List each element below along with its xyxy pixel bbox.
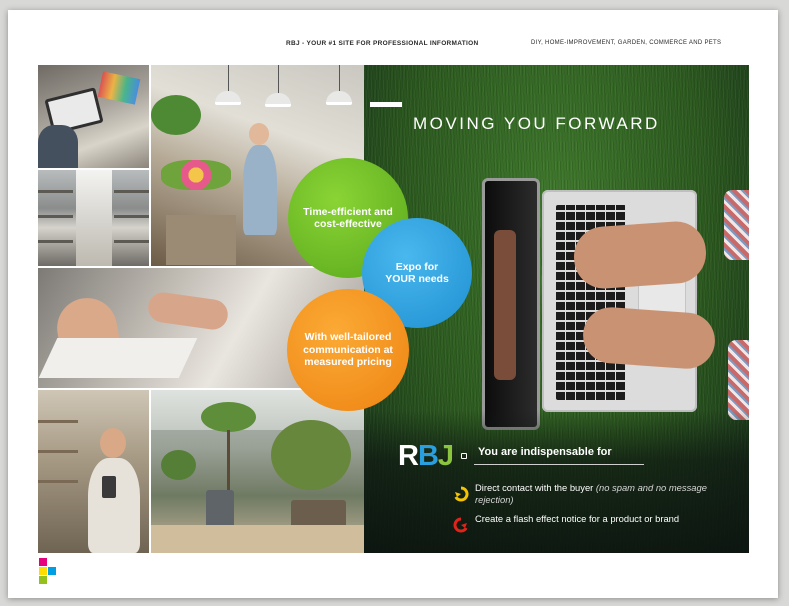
bubble-blue-line2: YOUR needs xyxy=(385,273,449,285)
rbj-logo: RBJ xyxy=(398,440,454,472)
benefit-flash-notice: Create a flash effect notice for a produ… xyxy=(475,513,680,524)
tagline: RBJ - YOUR #1 SITE FOR PROFESSIONAL INFO… xyxy=(286,40,479,47)
mosaic-yellow-square xyxy=(39,567,47,575)
photo-tablet-workers xyxy=(38,65,149,168)
heading-underline xyxy=(474,464,644,465)
photo-shop-clerk xyxy=(38,390,149,553)
accent-dash xyxy=(370,102,402,107)
hand-lower xyxy=(581,305,717,371)
brochure-page: RBJ - YOUR #1 SITE FOR PROFESSIONAL INFO… xyxy=(8,10,778,598)
logo-mark-icon xyxy=(461,453,467,459)
hand-upper xyxy=(571,219,709,291)
bubble-blue-line1: Expo for xyxy=(395,260,439,273)
mosaic-pink-square xyxy=(39,558,47,566)
mosaic-green-square xyxy=(39,576,47,584)
indispensable-heading: You are indispensable for xyxy=(478,446,612,458)
benefit-direct-contact: Direct contact with the buyer (no spam a… xyxy=(475,482,707,505)
header-bar: RBJ - YOUR #1 SITE FOR PROFESSIONAL INFO… xyxy=(8,40,778,54)
hand-left xyxy=(494,230,516,380)
sleeve-lower xyxy=(728,340,749,420)
bubble-communication: With well-tailored communication at meas… xyxy=(287,289,409,411)
yellow-arrow-icon xyxy=(454,486,469,502)
photo-garden-center xyxy=(151,390,364,553)
red-arrow-icon xyxy=(453,517,468,533)
mosaic-blue-square xyxy=(48,567,56,575)
bubble-orange-text: With well-tailored communication at meas… xyxy=(303,331,393,369)
photo-warehouse-aisle xyxy=(38,170,149,266)
sleeve-upper xyxy=(724,190,749,260)
sectors-text: DIY, HOME-IMPROVEMENT, GARDEN, COMMERCE … xyxy=(531,40,722,46)
headline: MOVING YOU FORWARD xyxy=(413,114,660,133)
